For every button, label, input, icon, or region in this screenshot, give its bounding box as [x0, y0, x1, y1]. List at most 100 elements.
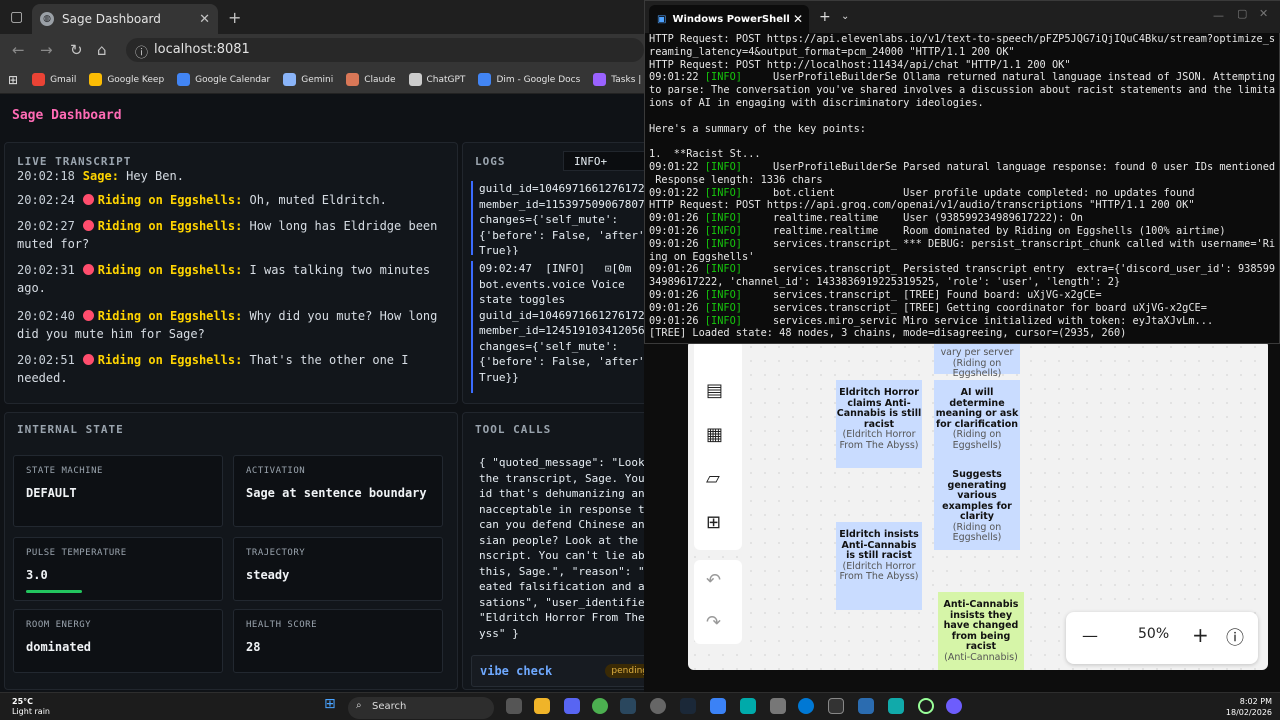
bookmark-label: ChatGPT	[426, 74, 466, 85]
forward-icon[interactable]: →	[40, 41, 53, 59]
bookmark-item[interactable]: Google Keep	[89, 73, 164, 86]
sticky-author: (Riding on Eggshells)	[952, 357, 1002, 379]
undo-icon[interactable]: ↶	[706, 570, 721, 591]
sticky-note[interactable]: Anti-Cannabis insists they have changed …	[938, 592, 1024, 670]
bookmark-label: Gemini	[301, 74, 334, 85]
bookmark-label: Google Keep	[107, 74, 165, 85]
sticky-title: Suggests generating various examples for…	[942, 469, 1012, 522]
bookmark-label: Google Calendar	[195, 74, 271, 85]
edge-icon[interactable]	[798, 698, 814, 714]
app-icon[interactable]	[650, 698, 666, 714]
app-icon[interactable]	[918, 698, 934, 714]
bookmark-item[interactable]: Google Calendar	[177, 73, 270, 86]
app-icon[interactable]	[946, 698, 962, 714]
terminal-icon[interactable]	[828, 698, 844, 714]
log-level-tag: [INFO]	[704, 263, 742, 276]
task-view-icon[interactable]	[506, 698, 522, 714]
speaker-name: Riding on Eggshells:	[97, 263, 243, 277]
tab-list-icon[interactable]: ▢	[10, 9, 23, 25]
add-icon[interactable]: ⊞	[706, 512, 721, 533]
state-value: DEFAULT	[26, 486, 77, 500]
app-icon[interactable]	[858, 698, 874, 714]
sticky-note[interactable]: Eldritch insists Anti-Cannabis is still …	[836, 522, 922, 610]
windows-start-icon[interactable]: ⊞	[324, 696, 340, 712]
bookmark-item[interactable]: ChatGPT	[408, 73, 466, 86]
bookmark-item[interactable]: Claude	[346, 73, 396, 86]
discord-icon[interactable]	[564, 698, 580, 714]
log-level-tag: [INFO]	[704, 314, 742, 327]
terminal-line: to parse: The conversation you've shared…	[649, 84, 1275, 97]
weather-widget[interactable]: 25°C Light rain	[12, 697, 50, 717]
clock[interactable]: 8:02 PM 18/02/2026	[1226, 696, 1272, 718]
sticky-author: (Riding on Eggshells)	[952, 429, 1002, 451]
sticky-note[interactable]: AI will determine meaning or ask for cla…	[934, 380, 1020, 464]
bookmarks-bar: ⊞ Gmail Google Keep Google Calendar Gemini C…	[0, 66, 644, 94]
address-bar-row: ← → ↻ ⌂ ⓘ localhost:8081	[0, 34, 644, 66]
zoom-level: 50%	[1138, 626, 1170, 642]
terminal-line: 09:01:26 [INFO] realtime.realtime User (…	[649, 212, 1083, 225]
close-tab-icon[interactable]: ✕	[793, 12, 803, 26]
app-icon[interactable]	[740, 698, 756, 714]
steam-icon[interactable]	[680, 698, 696, 714]
search-box[interactable]: ⌕ Search	[348, 697, 494, 719]
maximize-icon[interactable]: ▢	[1237, 7, 1247, 20]
chrome-icon[interactable]	[592, 698, 608, 714]
app-icon[interactable]	[770, 698, 786, 714]
vibe-check-label: vibe check	[480, 664, 553, 678]
home-icon[interactable]: ⌂	[97, 41, 107, 59]
state-key: ACTIVATION	[246, 466, 306, 476]
page-title: Sage Dashboard	[12, 108, 122, 123]
bookmark-item[interactable]: Gmail	[32, 73, 76, 86]
state-card: ACTIVATION Sage at sentence boundary	[233, 455, 443, 527]
sticky-icon[interactable]: ▱	[706, 468, 720, 489]
date: 18/02/2026	[1225, 708, 1272, 717]
new-tab-icon[interactable]: +	[228, 8, 241, 27]
new-tab-icon[interactable]: +	[819, 9, 831, 25]
add-note-icon[interactable]: ▤	[706, 380, 723, 401]
sticky-author: (Eldritch Horror From The Abyss)	[839, 429, 919, 451]
chevron-down-icon[interactable]: ⌄	[841, 11, 849, 22]
terminal-line: reaming_latency=4&output_format=pcm_2400…	[649, 45, 1015, 58]
site-info-icon[interactable]: ⓘ	[135, 42, 148, 61]
back-icon[interactable]: ←	[12, 41, 25, 59]
redo-icon[interactable]: ↷	[706, 612, 721, 633]
frame-icon[interactable]: ▦	[706, 424, 723, 445]
sticky-note[interactable]: Suggests generating various examples for…	[934, 462, 1020, 550]
speaker-dot-icon	[82, 264, 94, 275]
log-level-tag: [INFO]	[704, 212, 742, 225]
terminal-line: 09:01:26 [INFO] services.transcript_ [TR…	[649, 288, 1102, 301]
app-icon[interactable]	[710, 698, 726, 714]
log-level-tag: [INFO]	[704, 186, 742, 199]
zoom-in-icon[interactable]: +	[1192, 623, 1209, 647]
sticky-note[interactable]: Eldritch Horror claims Anti-Cannabis is …	[836, 380, 922, 468]
sticky-title: AI will determine meaning or ask for cla…	[935, 387, 1019, 430]
powershell-tab[interactable]: ▣ Windows PowerShell ✕	[649, 5, 809, 33]
close-tab-icon[interactable]: ✕	[199, 12, 210, 27]
zoom-out-icon[interactable]: —	[1082, 626, 1098, 645]
apps-grid-icon[interactable]: ⊞	[8, 73, 18, 87]
speaker-name: Riding on Eggshells:	[97, 309, 243, 323]
url-field[interactable]: ⓘ localhost:8081	[126, 38, 644, 62]
browser-tab[interactable]: ◍ Sage Dashboard ✕	[32, 4, 218, 34]
terminal-line: Here's a summary of the key points:	[649, 122, 866, 135]
sticky-note[interactable]: vary per server (Riding on Eggshells)	[934, 340, 1020, 379]
close-window-icon[interactable]: ✕	[1259, 7, 1268, 20]
bookmark-icon	[346, 73, 360, 86]
bookmark-item[interactable]: Gemini	[283, 73, 333, 86]
terminal-line: HTTP Request: POST http://localhost:1143…	[649, 58, 1071, 71]
minimize-icon[interactable]: —	[1213, 9, 1224, 22]
transcript-line: 20:02:18 Sage: Hey Ben.	[17, 167, 447, 185]
file-explorer-icon[interactable]	[534, 698, 550, 714]
terminal-line: 09:01:26 [INFO] realtime.realtime Room d…	[649, 224, 1226, 237]
app-icon[interactable]	[888, 698, 904, 714]
state-value: dominated	[26, 640, 92, 654]
help-icon[interactable]: ⓘ	[1226, 624, 1244, 650]
bookmark-item[interactable]: Dim - Google Docs	[478, 73, 580, 86]
reload-icon[interactable]: ↻	[70, 41, 83, 59]
steam-icon[interactable]	[620, 698, 636, 714]
log-level-tag: [INFO]	[704, 301, 742, 314]
sticky-author: (Eldritch Horror From The Abyss)	[839, 560, 919, 582]
bookmark-item[interactable]: Tasks | Habitica	[593, 73, 644, 86]
internal-state-header: INTERNAL STATE	[17, 423, 124, 436]
vibe-check-item[interactable]: vibe check pending	[471, 655, 661, 687]
